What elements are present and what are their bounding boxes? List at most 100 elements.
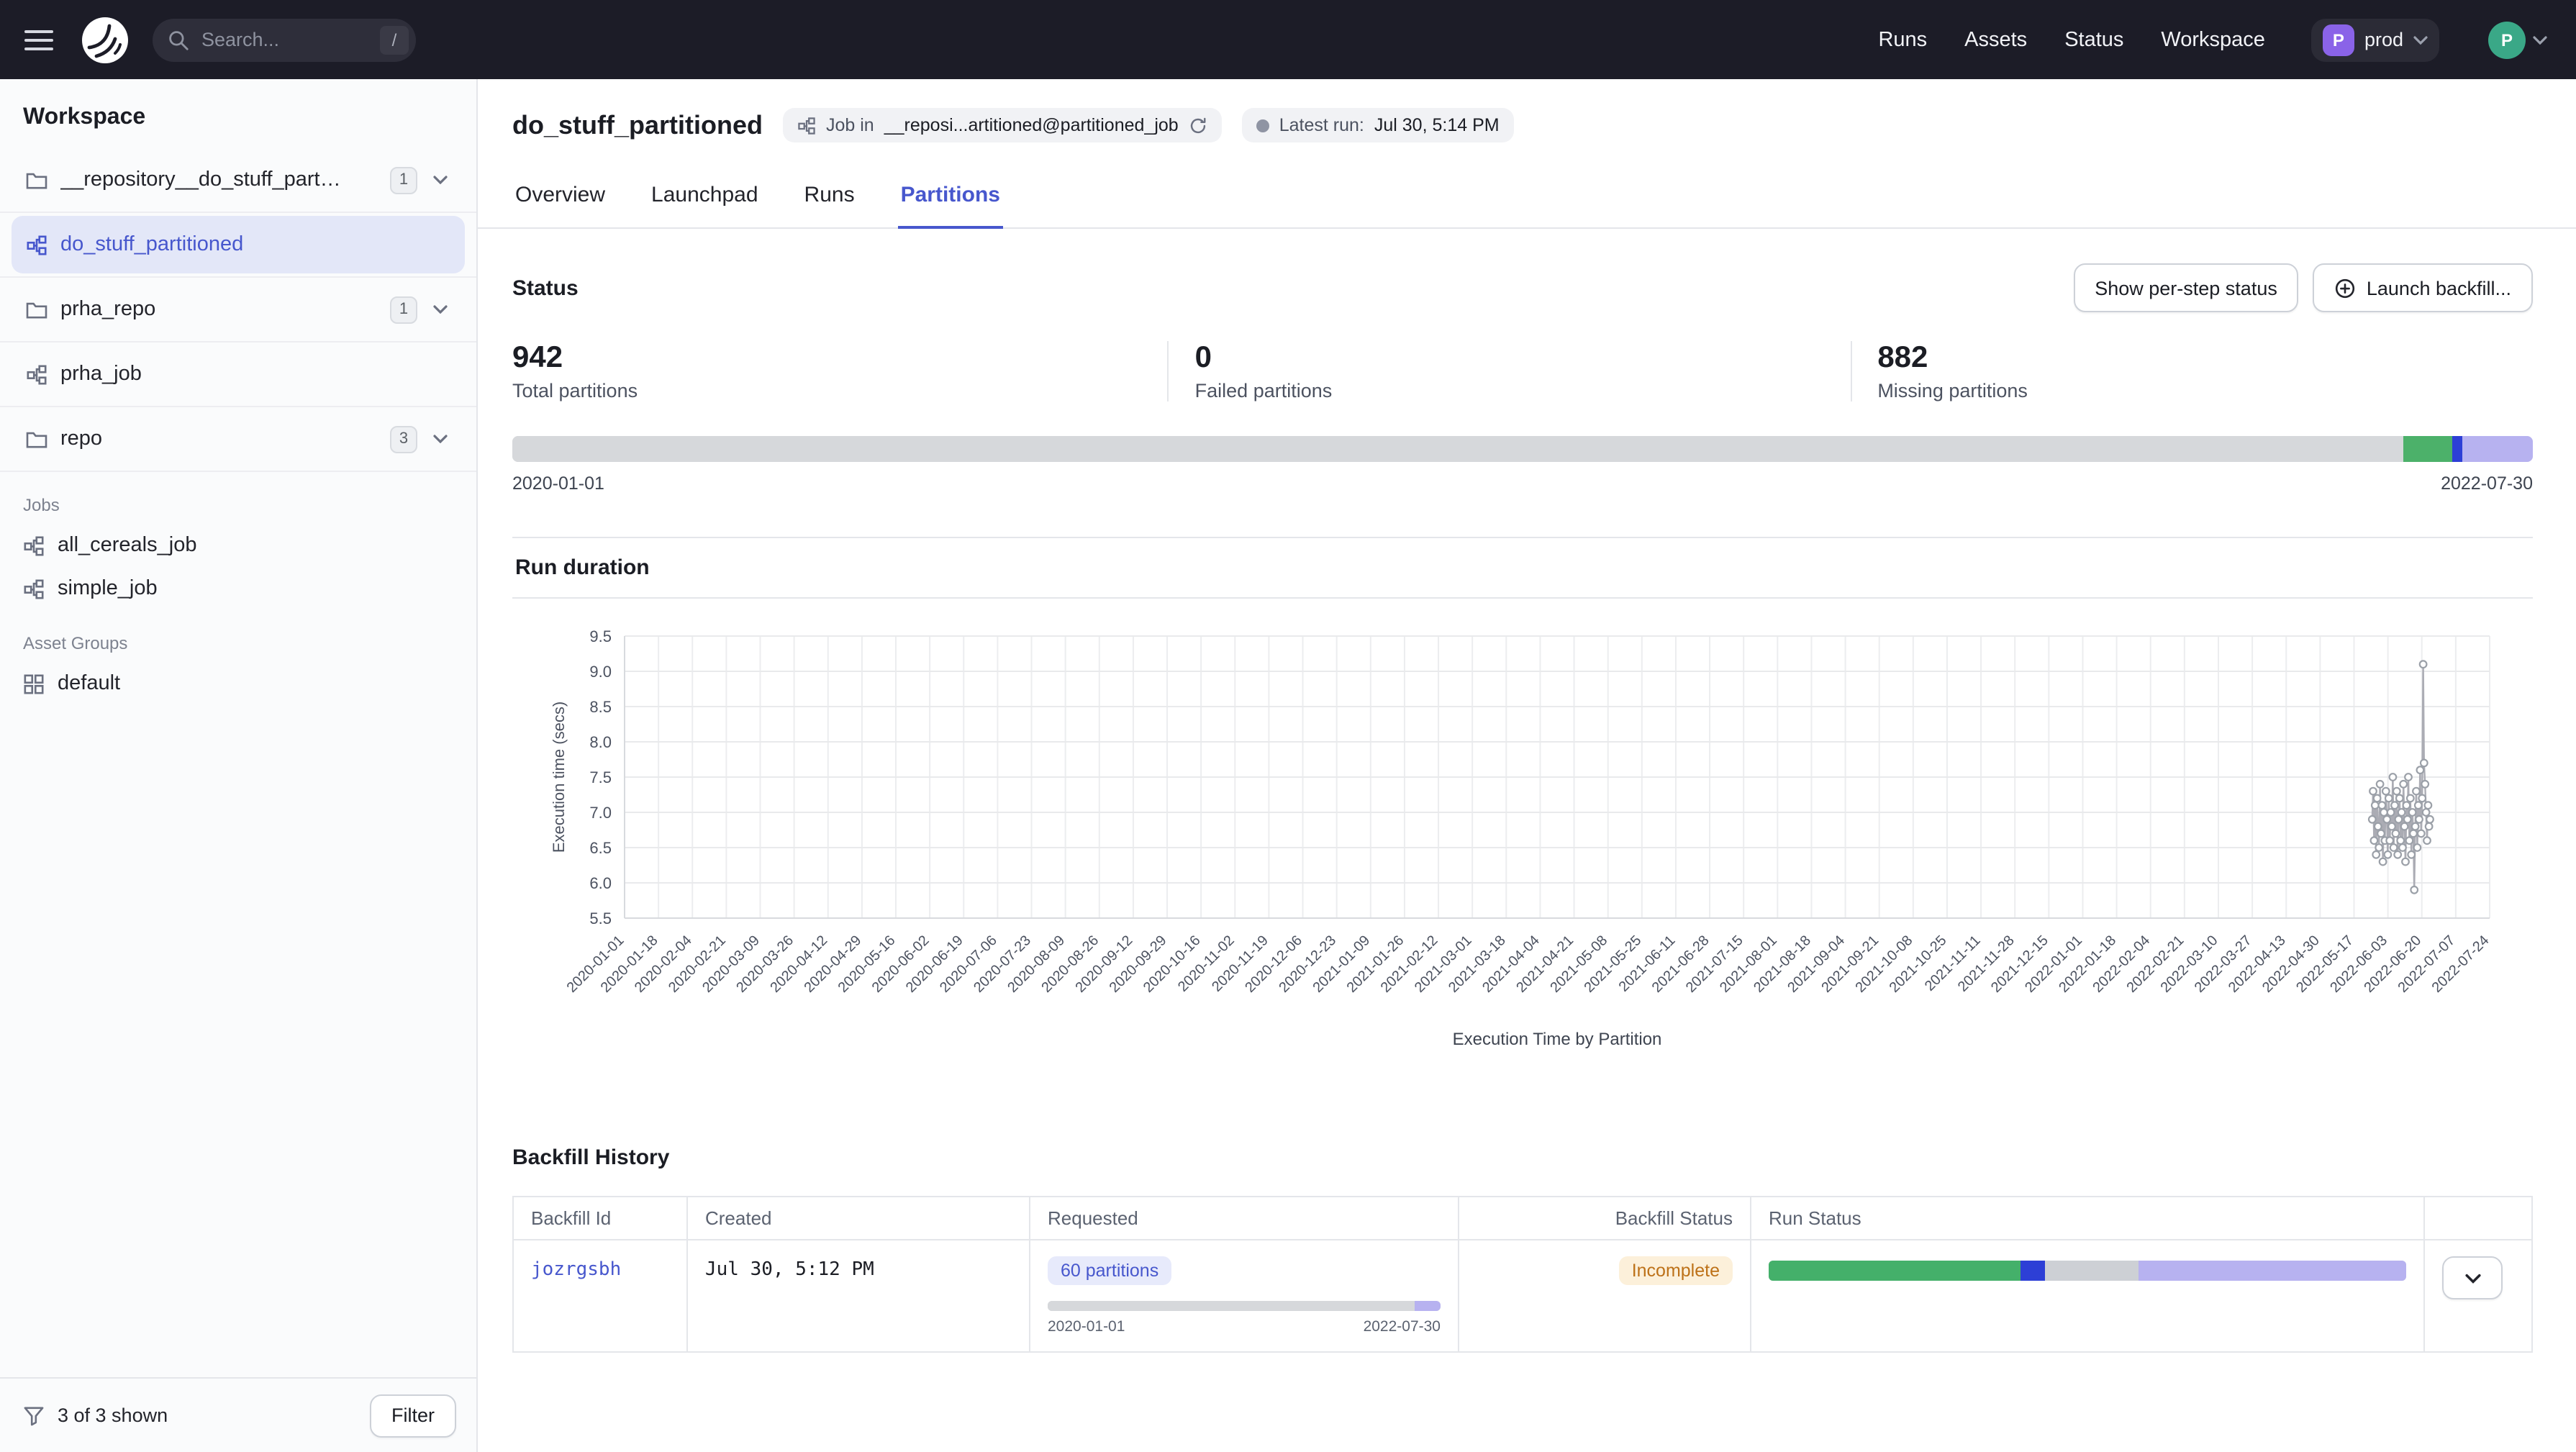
stat-label: Failed partitions: [1195, 380, 1851, 401]
repo-caret-icon[interactable]: [430, 173, 450, 187]
job-icon: [26, 363, 47, 385]
svg-text:5.5: 5.5: [589, 909, 612, 927]
stat-value: 882: [1877, 341, 2533, 376]
svg-text:Execution Time by Partition: Execution Time by Partition: [1453, 1030, 1662, 1049]
search-icon: [168, 30, 189, 50]
run-duration-heading: Run duration: [515, 555, 2530, 580]
folder-icon: [26, 430, 47, 448]
col-run-status: Run Status: [1751, 1197, 2424, 1240]
repo-name: __repository__do_stuff_partitio...: [60, 168, 343, 191]
search-input[interactable]: [199, 27, 370, 52]
job-name: do_stuff_partitioned: [60, 233, 243, 256]
repo-caret-icon[interactable]: [430, 302, 450, 317]
col-backfill-id: Backfill Id: [513, 1197, 687, 1240]
nav-link-status[interactable]: Status: [2064, 28, 2123, 51]
job-icon: [23, 578, 45, 599]
svg-text:6.5: 6.5: [589, 839, 612, 857]
partition-status-bar[interactable]: [512, 436, 2533, 462]
col-backfill-status: Backfill Status: [1459, 1197, 1751, 1240]
workspace-sidebar: Workspace __repository__do_stuff_partiti…: [0, 79, 478, 1452]
jobs-section-label: Jobs: [23, 495, 453, 515]
user-menu[interactable]: P: [2488, 21, 2547, 58]
user-avatar: P: [2488, 21, 2526, 58]
reload-icon[interactable]: [1189, 116, 1207, 135]
dagster-logo[interactable]: [78, 12, 132, 67]
job-origin-prefix: Job in: [826, 115, 874, 135]
deployment-avatar: P: [2323, 24, 2354, 55]
tab-overview[interactable]: Overview: [512, 168, 608, 227]
job-name: simple_job: [58, 577, 158, 600]
nav-link-workspace[interactable]: Workspace: [2161, 28, 2265, 51]
folder-icon: [26, 171, 47, 189]
job-icon: [26, 234, 47, 255]
show-per-step-status-button[interactable]: Show per-step status: [2073, 263, 2299, 312]
svg-text:9.0: 9.0: [589, 663, 612, 681]
svg-text:6.0: 6.0: [589, 874, 612, 892]
repo-caret-icon[interactable]: [430, 432, 450, 446]
tab-launchpad[interactable]: Launchpad: [648, 168, 761, 227]
run-duration-chart-svg: 2020-01-012020-01-182020-02-042020-02-21…: [544, 619, 2501, 1053]
button-label: Launch backfill...: [2367, 277, 2511, 299]
sidebar-title: Workspace: [0, 79, 476, 148]
stat-value: 942: [512, 341, 1168, 376]
launch-backfill-button[interactable]: Launch backfill...: [2313, 263, 2533, 312]
requested-range-start: 2020-01-01: [1048, 1318, 1125, 1335]
requested-range-end: 2022-07-30: [1364, 1318, 1441, 1335]
global-search: /: [153, 18, 416, 61]
stat-label: Total partitions: [512, 380, 1168, 401]
nav-link-runs[interactable]: Runs: [1878, 28, 1927, 51]
repo-name: prha_repo: [60, 298, 155, 321]
job-name: prha_job: [60, 363, 142, 386]
svg-text:8.0: 8.0: [589, 733, 612, 751]
app-root: / Runs Assets Status Workspace P prod P: [0, 0, 2576, 1452]
chevron-down-icon: [2533, 35, 2547, 44]
table-header-row: Backfill Id Created Requested Backfill S…: [513, 1197, 2532, 1240]
filter-button[interactable]: Filter: [370, 1394, 456, 1437]
run-duration-chart: 2020-01-012020-01-182020-02-042020-02-21…: [512, 599, 2533, 1053]
backfill-id-link[interactable]: jozrgsbh: [531, 1259, 621, 1281]
sidebar-footer: 3 of 3 shown Filter: [0, 1377, 476, 1452]
partition-range-start: 2020-01-01: [512, 473, 604, 494]
requested-partitions-bar: [1048, 1301, 1441, 1311]
asset-group-name: default: [58, 672, 120, 695]
sidebar-repo-repo[interactable]: repo 3: [12, 410, 465, 468]
latest-run-label: Latest run:: [1279, 115, 1364, 135]
stat-value: 0: [1195, 341, 1851, 376]
sidebar-repo-repository-do-stuff[interactable]: __repository__do_stuff_partitio... 1: [12, 151, 465, 209]
requested-partitions-chip[interactable]: 60 partitions: [1048, 1256, 1171, 1285]
svg-text:8.5: 8.5: [589, 698, 612, 716]
partition-range-end: 2022-07-30: [2441, 473, 2533, 494]
svg-text:7.0: 7.0: [589, 804, 612, 822]
col-requested: Requested: [1030, 1197, 1459, 1240]
job-tabs: Overview Launchpad Runs Partitions: [478, 168, 2576, 229]
latest-run-chip: Latest run: Jul 30, 5:14 PM: [1242, 108, 1514, 142]
tab-partitions[interactable]: Partitions: [898, 168, 1003, 229]
run-status-bar[interactable]: [1769, 1261, 2406, 1281]
deployment-switcher[interactable]: P prod: [2311, 18, 2439, 61]
latest-run-time[interactable]: Jul 30, 5:14 PM: [1374, 115, 1500, 135]
hamburger-menu-icon[interactable]: [20, 21, 58, 58]
asset-groups-section-label: Asset Groups: [23, 633, 453, 653]
button-label: Show per-step status: [2095, 277, 2277, 299]
chevron-down-icon: [2413, 35, 2428, 44]
tab-runs[interactable]: Runs: [802, 168, 858, 227]
backfill-status-badge: Incomplete: [1619, 1256, 1733, 1285]
filter-funnel-icon: [23, 1405, 45, 1425]
stat-failed-partitions: 0 Failed partitions: [1168, 341, 1851, 401]
sidebar-job-prha-job[interactable]: prha_job: [12, 345, 465, 403]
row-expand-button[interactable]: [2442, 1256, 2503, 1299]
sidebar-item-default-asset-group[interactable]: default: [0, 662, 476, 705]
job-origin-chip: Job in __reposi...artitioned@partitioned…: [783, 108, 1222, 142]
repo-count-badge: 1: [390, 296, 417, 323]
svg-text:Execution time (secs): Execution time (secs): [550, 702, 568, 853]
sidebar-item-simple-job[interactable]: simple_job: [0, 567, 476, 610]
top-navbar: / Runs Assets Status Workspace P prod P: [0, 0, 2576, 79]
sidebar-repo-prha-repo[interactable]: prha_repo 1: [12, 281, 465, 338]
job-origin-link[interactable]: __reposi...artitioned@partitioned_job: [884, 115, 1179, 135]
sidebar-item-all-cereals-job[interactable]: all_cereals_job: [0, 524, 476, 567]
backfill-created: Jul 30, 5:12 PM: [705, 1259, 874, 1281]
sidebar-job-do-stuff-partitioned[interactable]: do_stuff_partitioned: [12, 216, 465, 273]
partition-stats: 942 Total partitions 0 Failed partitions…: [512, 341, 2533, 401]
stat-total-partitions: 942 Total partitions: [512, 341, 1168, 401]
nav-link-assets[interactable]: Assets: [1964, 28, 2027, 51]
